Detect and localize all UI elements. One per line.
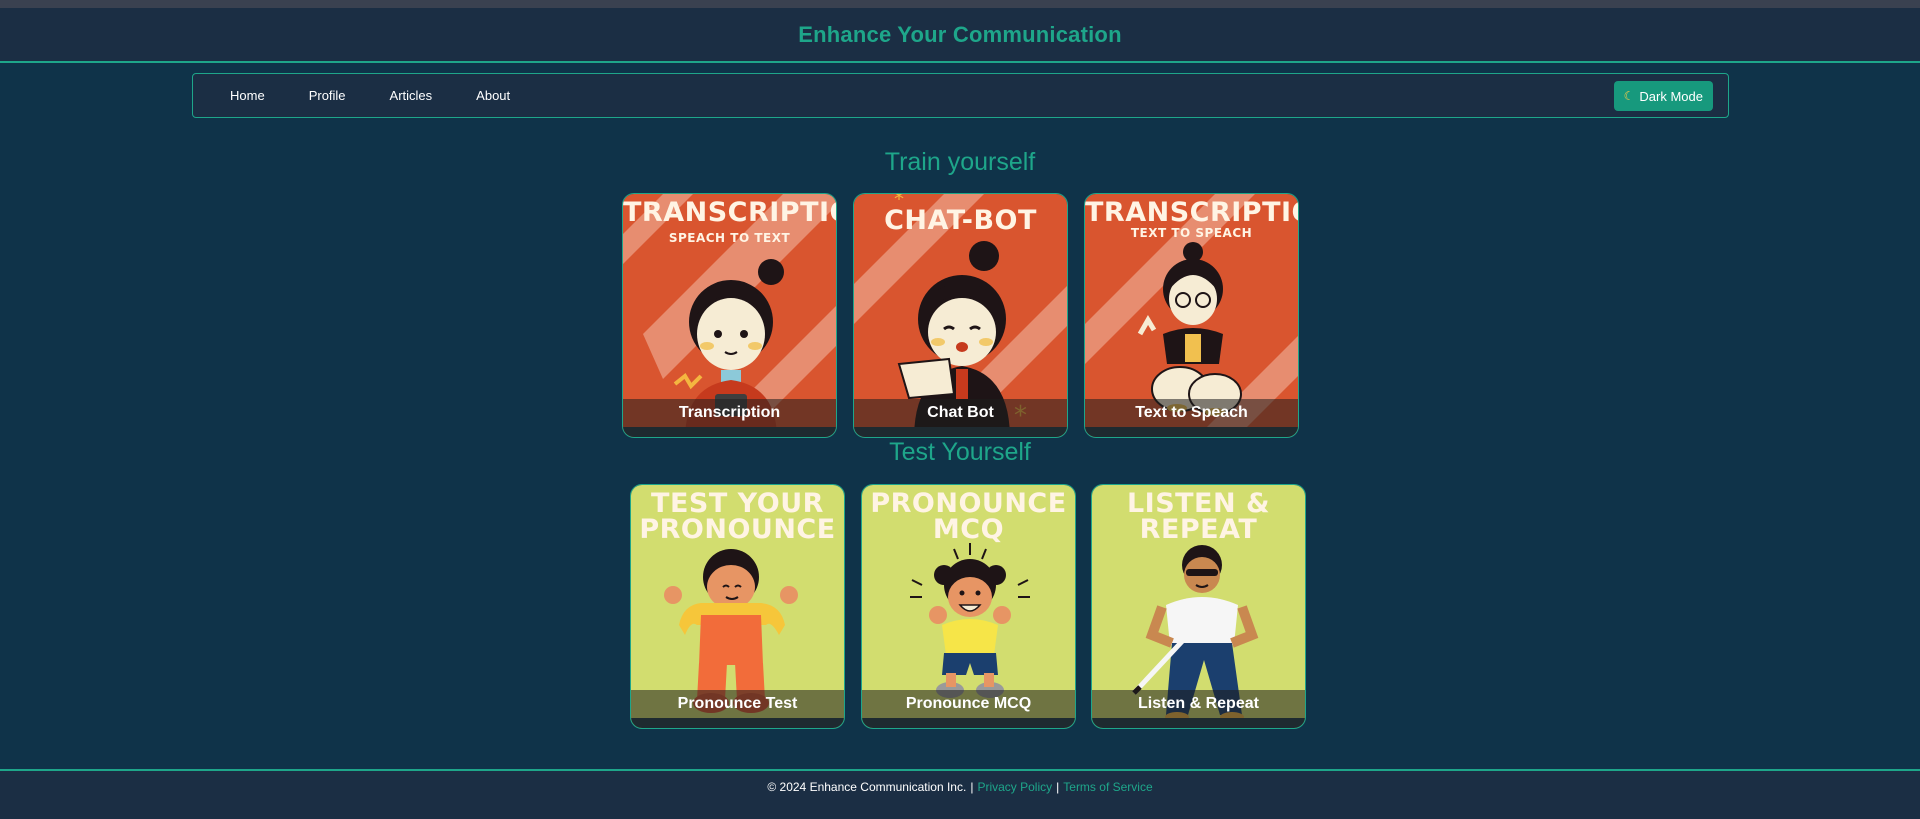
card-caption: Chat Bot [854, 399, 1067, 427]
site-header: Enhance Your Communication [0, 8, 1920, 63]
moon-icon: ☾ [1623, 89, 1635, 103]
nav-home-link[interactable]: Home [230, 88, 265, 103]
card-caption: Transcription [623, 399, 836, 427]
train-section-title: Train yourself [884, 148, 1036, 176]
main-navbar: Home Profile Articles About ☾ Dark Mode [192, 73, 1729, 118]
nav-about-link[interactable]: About [476, 88, 510, 103]
site-title: Enhance Your Communication [798, 21, 1122, 47]
card-bottom-band [1085, 427, 1298, 437]
copyright-text: © 2024 Enhance Communication Inc. [767, 780, 967, 794]
poster-title: TRANSCRIPTION [623, 197, 836, 228]
poster-title: TRANSCRIPTION [1085, 197, 1298, 228]
card-caption: Listen & Repeat [1092, 690, 1305, 718]
card-bottom-band [623, 427, 836, 437]
nav-articles-link[interactable]: Articles [390, 88, 433, 103]
pronounce-mcq-card[interactable]: PRONOUNCE MCQ Pronounce MCQ [861, 484, 1076, 729]
card-bottom-band [1092, 718, 1305, 728]
poster-title: LISTEN & REPEAT [1126, 488, 1271, 545]
terms-of-service-link[interactable]: Terms of Service [1063, 780, 1152, 794]
listen-repeat-card[interactable]: LISTEN & REPEAT Listen & Repeat [1091, 484, 1306, 729]
browser-top-strip [0, 0, 1920, 8]
card-caption: Text to Speach [1085, 399, 1298, 427]
poster-title: PRONOUNCE MCQ [870, 488, 1067, 545]
privacy-policy-link[interactable]: Privacy Policy [977, 780, 1052, 794]
test-section-title: Test Yourself [889, 438, 1031, 466]
poster-subtitle: SPEACH TO TEXT [668, 231, 791, 245]
card-bottom-band [862, 718, 1075, 728]
transcription-card[interactable]: TRANSCRIPTION SPEACH TO TEXT Transcripti… [622, 193, 837, 438]
card-caption: Pronounce MCQ [862, 690, 1075, 718]
card-bottom-band [631, 718, 844, 728]
poster-title: CHAT-BOT [884, 205, 1037, 236]
card-caption: Pronounce Test [631, 690, 844, 718]
dark-mode-label: Dark Mode [1639, 88, 1703, 104]
site-footer: © 2024 Enhance Communication Inc. | Priv… [0, 769, 1920, 819]
poster-title: TEST YOUR PRONOUNCE [639, 488, 836, 545]
pronounce-test-card[interactable]: TEST YOUR PRONOUNCE Pronounce Test [630, 484, 845, 729]
card-bottom-band [854, 427, 1067, 437]
footer-divider: | [1056, 780, 1060, 794]
chat-bot-card[interactable]: * * CHAT-BOT Chat Bot [853, 193, 1068, 438]
text-to-speach-card[interactable]: TRANSCRIPTION TEXT TO SPEACH Text to Spe… [1084, 193, 1299, 438]
dark-mode-button[interactable]: ☾ Dark Mode [1613, 81, 1713, 111]
poster-subtitle: TEXT TO SPEACH [1130, 226, 1253, 240]
nav-profile-link[interactable]: Profile [309, 88, 346, 103]
footer-divider: | [970, 780, 974, 794]
